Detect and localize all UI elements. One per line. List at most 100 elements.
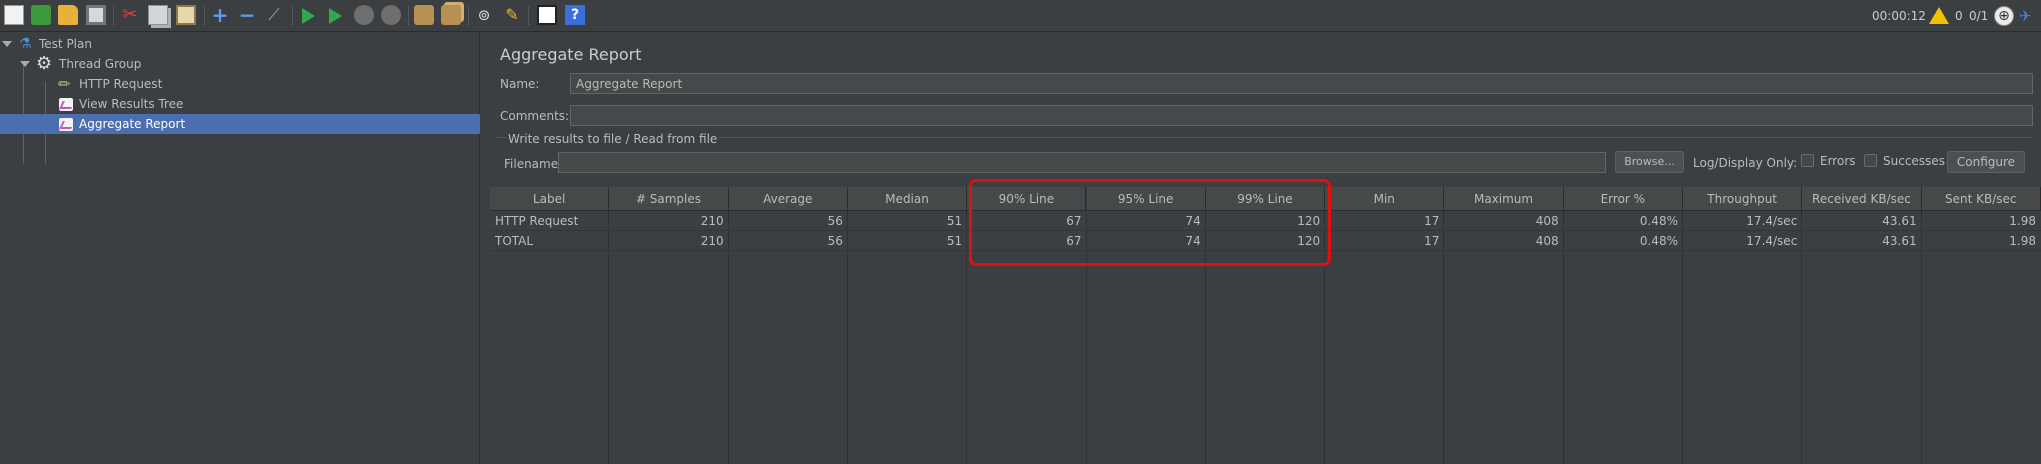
successes-checkbox[interactable] [1864,154,1877,167]
help-icon[interactable]: ? [565,5,585,25]
templates-icon[interactable] [31,5,51,25]
table-cell[interactable]: TOTAL [490,231,609,251]
table-cell[interactable]: 67 [967,231,1086,251]
table-cell[interactable]: 17 [1325,231,1444,251]
test-plan-tree: ⚗ Test Plan ⚙ Thread Group ✏ HTTP Reques… [0,32,480,464]
filename-label: Filename [504,157,559,171]
table-cell[interactable]: 17.4/sec [1683,231,1802,251]
expand-icon[interactable]: + [210,5,230,25]
errors-label: Errors [1820,154,1856,168]
tree-item-label: HTTP Request [79,77,163,91]
configure-button[interactable]: Configure [1947,151,2025,173]
toggle-icon[interactable]: ⟋ [264,5,284,25]
log-display-label: Log/Display Only: [1693,156,1798,170]
column-header[interactable]: 95% Line [1086,187,1206,211]
elapsed-timer: 00:00:12 [1872,9,1926,23]
table-cell[interactable]: 210 [609,211,728,231]
listener-icon [59,118,73,131]
table-cell[interactable]: 0.48% [1564,231,1683,251]
warning-count: 0 [1955,9,1963,23]
active-threads: 0/1 [1969,9,1989,23]
browse-button[interactable]: Browse... [1615,151,1684,173]
tree-item-http-request[interactable]: ✏ HTTP Request [0,74,480,94]
new-icon[interactable] [4,5,24,25]
table-cell[interactable]: 67 [967,211,1086,231]
table-cell[interactable]: 408 [1444,211,1563,231]
function-helper-icon[interactable] [537,5,557,25]
column-header[interactable]: # Samples [609,187,729,211]
column-header[interactable]: Min [1325,187,1445,211]
column-header[interactable]: Throughput [1683,187,1803,211]
collapse-icon[interactable]: − [237,5,257,25]
paste-icon[interactable] [176,5,196,25]
table-cell[interactable]: 51 [848,211,967,231]
table-cell[interactable]: 56 [729,231,848,251]
copy-icon[interactable] [148,5,168,25]
table-cell[interactable]: 51 [848,231,967,251]
name-field[interactable]: Aggregate Report [570,73,2033,94]
tree-item-thread-group[interactable]: ⚙ Thread Group [0,54,480,74]
table-cell[interactable]: 210 [609,231,728,251]
search-icon[interactable]: ⊚ [474,5,494,25]
successes-label: Successes [1883,154,1945,168]
table-cell[interactable]: 1.98 [1922,231,2041,251]
reset-search-icon[interactable]: ✎ [502,5,522,25]
gear-icon: ⚙ [36,53,53,74]
file-group-border [496,137,2033,138]
column-header[interactable]: Maximum [1444,187,1564,211]
filename-field[interactable] [558,152,1606,173]
tree-item-label: Aggregate Report [79,117,186,131]
sampler-icon: ✏ [58,75,71,93]
tree-item-label: Thread Group [59,57,142,71]
clear-all-icon[interactable] [441,5,461,25]
tree-item-label: View Results Tree [79,97,184,111]
table-cell[interactable]: 17.4/sec [1683,211,1802,231]
table-cell[interactable]: 43.61 [1802,231,1921,251]
name-label: Name: [500,77,540,91]
tree-item-test-plan[interactable]: ⚗ Test Plan [0,34,480,54]
clear-icon[interactable] [414,5,434,25]
table-cell[interactable]: HTTP Request [490,211,609,231]
tree-item-view-results-tree[interactable]: View Results Tree [0,94,480,114]
test-plan-icon: ⚗ [19,36,32,52]
table-cell[interactable]: 43.61 [1802,211,1921,231]
errors-checkbox[interactable] [1801,154,1814,167]
open-icon[interactable] [58,5,78,25]
table-cell[interactable]: 74 [1087,211,1206,231]
start-icon[interactable] [302,8,315,24]
remote-stop-icon[interactable]: ✈ [2019,6,2037,26]
stop-icon[interactable] [354,5,374,25]
save-icon[interactable] [86,5,106,25]
shutdown-icon[interactable] [381,5,401,25]
table-cell[interactable]: 17 [1325,211,1444,231]
toolbar-separator [468,6,469,26]
start-no-pause-icon[interactable] [329,8,342,24]
cut-icon[interactable]: ✂ [120,5,140,25]
column-header[interactable]: Average [728,187,848,211]
warning-icon[interactable] [1929,7,1949,24]
toolbar: ✂ + − ⟋ ⊚ ✎ ? 00:00:12 0 0/1 ⊕ ✈ [0,0,2041,32]
remote-start-icon[interactable]: ⊕ [1994,6,2014,26]
column-header[interactable]: Label [490,187,610,211]
table-cell[interactable]: 74 [1087,231,1206,251]
comments-label: Comments: [500,109,570,123]
column-header[interactable]: 99% Line [1205,187,1326,211]
column-header[interactable]: Sent KB/sec [1921,187,2041,211]
column-header[interactable]: Received KB/sec [1802,187,1922,211]
table-cell[interactable]: 120 [1206,231,1325,251]
table-cell[interactable]: 56 [729,211,848,231]
tree-item-aggregate-report[interactable]: Aggregate Report [0,114,480,134]
expand-toggle-icon[interactable] [20,61,30,67]
column-header[interactable]: 90% Line [967,187,1087,211]
table-cell[interactable]: 408 [1444,231,1563,251]
table-cell[interactable]: 120 [1206,211,1325,231]
expand-toggle-icon[interactable] [2,41,12,47]
listener-icon [59,98,73,111]
comments-field[interactable] [570,105,2033,126]
toolbar-separator [292,6,293,26]
table-cell[interactable]: 1.98 [1922,211,2041,231]
column-header[interactable]: Median [847,187,968,211]
column-header[interactable]: Error % [1563,187,1683,211]
table-cell[interactable]: 0.48% [1564,211,1683,231]
page-title: Aggregate Report [500,45,642,64]
